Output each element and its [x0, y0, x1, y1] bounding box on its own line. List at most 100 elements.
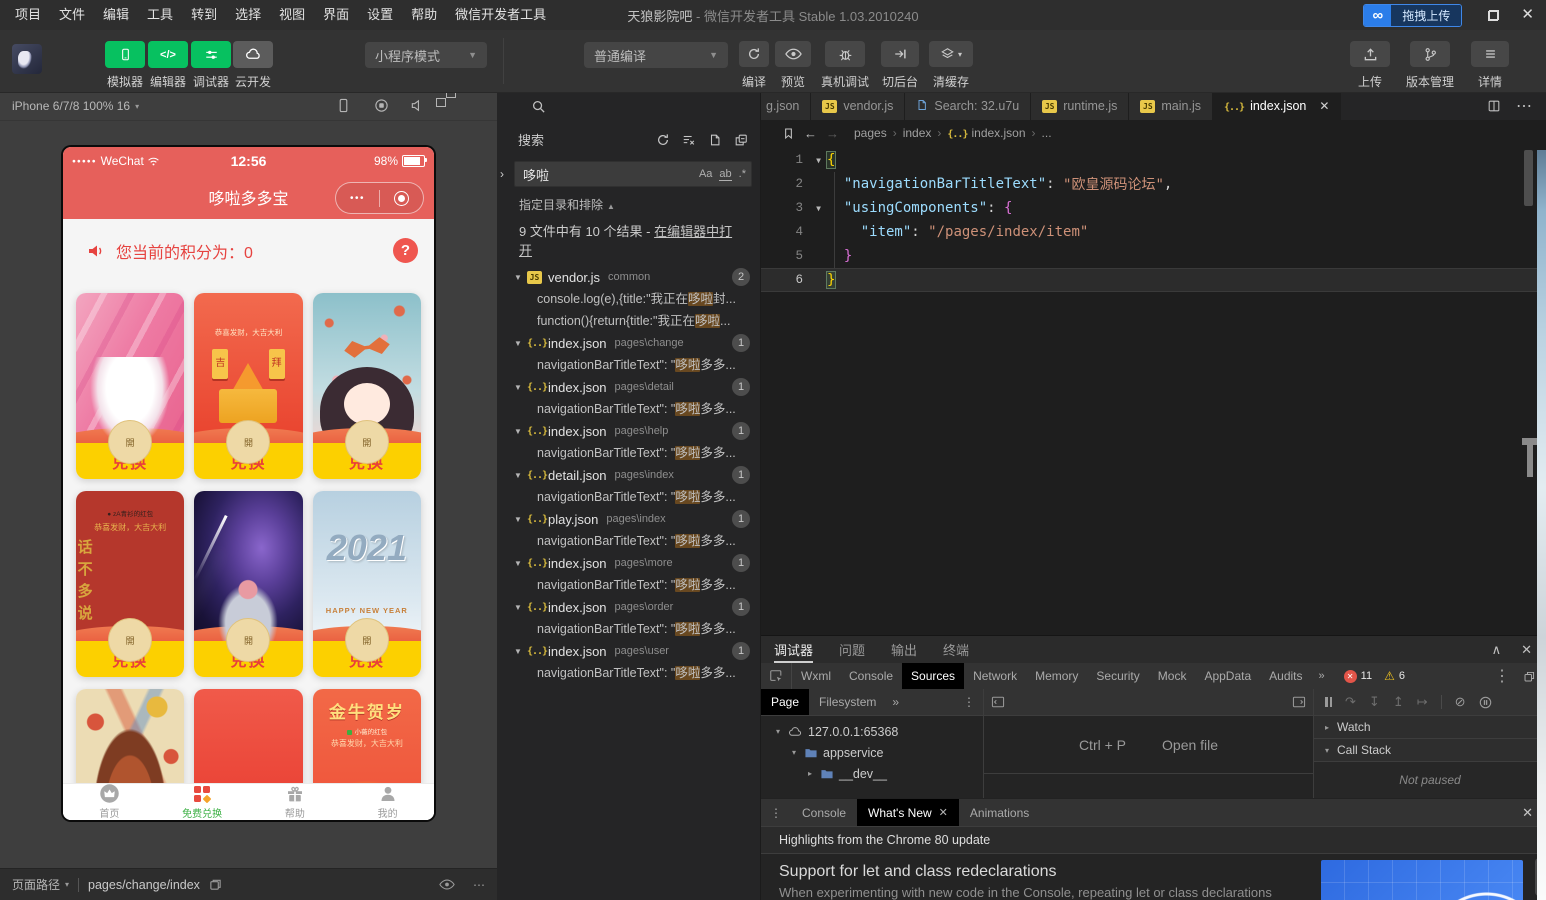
menu-7[interactable]: 界面 — [314, 0, 358, 30]
more-options-icon[interactable]: ⋯ — [473, 878, 485, 892]
open-file-action[interactable]: Open file — [1162, 737, 1218, 753]
pause-on-exceptions-icon[interactable] — [1479, 696, 1492, 709]
drawer-tab-Animations[interactable]: Animations — [959, 799, 1040, 826]
code-area[interactable]: 1 ▼{2 "navigationBarTitleText": "欧皇源码论坛",… — [761, 146, 1546, 292]
fold-icon[interactable]: ▼ — [810, 204, 827, 213]
pause-script-icon[interactable] — [1325, 697, 1332, 707]
breadcrumb-item[interactable]: pages — [854, 126, 887, 140]
close-tab-icon[interactable]: ✕ — [939, 806, 948, 819]
rotate-device-icon[interactable] — [336, 98, 351, 113]
code-line-3[interactable]: 3 ▼ "usingComponents": { — [761, 196, 1546, 220]
tabbar-item-首页[interactable]: 首页 — [63, 784, 156, 820]
devtools-tab-Console[interactable]: Console — [840, 663, 902, 689]
redeem-card-6[interactable]: 2021HAPPY NEW YEAR開兑换 — [312, 491, 421, 677]
call-stack-section[interactable]: ▾ Call Stack — [1314, 739, 1546, 762]
navigator-tab-Filesystem[interactable]: Filesystem — [809, 689, 886, 715]
sound-icon[interactable] — [410, 98, 425, 113]
search-result-file[interactable]: ▼ {..} play.json pages\index 1 — [497, 508, 760, 530]
redeem-card-1[interactable]: 開兑换 — [76, 293, 185, 479]
menu-3[interactable]: 工具 — [138, 0, 182, 30]
clear-search-results-icon[interactable] — [682, 133, 696, 147]
editor-tab-Search: 32.u7u[interactable]: Search: 32.u7u — [905, 92, 1032, 120]
search-result-file[interactable]: ▼ JS vendor.js common 2 — [497, 266, 760, 288]
search-result-file[interactable]: ▼ {..} index.json pages\change 1 — [497, 332, 760, 354]
collapse-panel-icon[interactable]: ∧ — [1492, 642, 1502, 658]
match-case-icon[interactable]: Aa — [699, 168, 712, 180]
error-badge[interactable]: ✕ 11 ⚠ 6 — [1343, 669, 1405, 683]
menu-2[interactable]: 编辑 — [94, 0, 138, 30]
menu-6[interactable]: 视图 — [270, 0, 314, 30]
search-result-match[interactable]: function(){return{title:"我正在哆啦... — [497, 310, 760, 332]
tree-node-appservice[interactable]: ▾ appservice — [761, 742, 983, 763]
drawer-tab-Console[interactable]: Console — [791, 799, 857, 826]
page-path-label[interactable]: 页面路径 — [12, 876, 60, 893]
hide-navigator-icon[interactable] — [991, 696, 1005, 708]
code-line-6[interactable]: 6} — [761, 268, 1546, 292]
window-restore-button[interactable] — [1488, 9, 1500, 21]
toolbar-模拟器-button[interactable]: 模拟器 — [103, 41, 147, 90]
drawer-tab-What's New[interactable]: What's New ✕ — [857, 799, 959, 826]
search-result-file[interactable]: ▼ {..} index.json pages\user 1 — [497, 640, 760, 662]
inspect-element-icon[interactable] — [761, 663, 792, 689]
step-into-icon[interactable]: ↧ — [1369, 694, 1380, 710]
code-line-5[interactable]: 5 } — [761, 244, 1546, 268]
search-result-match[interactable]: navigationBarTitleText": "哆啦多多... — [497, 398, 760, 420]
watch-section[interactable]: ▸ Watch — [1314, 716, 1546, 739]
search-result-file[interactable]: ▼ {..} index.json pages\order 1 — [497, 596, 760, 618]
more-options-icon[interactable]: ⋮ — [1494, 666, 1510, 686]
redeem-card-2[interactable]: 恭喜发财，大吉大利吉拜開兑换 — [194, 293, 303, 479]
toolbar-清缓存-button[interactable]: ▾ 清缓存 — [920, 41, 982, 90]
redeem-card-4[interactable]: ● zA青衫的红包恭喜发财，大吉大利祝你发财话不多说開兑换 — [76, 491, 185, 677]
devtools-tab-Mock[interactable]: Mock — [1149, 663, 1196, 689]
debugger-tab-问题[interactable]: 问题 — [839, 636, 865, 663]
search-scope-toggle[interactable]: 指定目录和排除 ▲ — [519, 196, 760, 213]
search-result-file[interactable]: ▼ {..} index.json pages\more 1 — [497, 552, 760, 574]
collapse-all-icon[interactable] — [734, 133, 748, 147]
popout-icon[interactable] — [1523, 670, 1536, 683]
tabbar-item-免费兑换[interactable]: 免费兑换 — [156, 784, 249, 820]
regex-icon[interactable]: .* — [739, 168, 746, 180]
breadcrumb-item[interactable]: {..} index.json — [947, 126, 1025, 140]
debugger-tab-输出[interactable]: 输出 — [891, 636, 917, 663]
editor-tab-g.json[interactable]: g.json — [761, 92, 812, 120]
devtools-tab-Wxml[interactable]: Wxml — [792, 663, 840, 689]
breadcrumb-item[interactable]: ... — [1042, 126, 1052, 140]
deactivate-breakpoints-icon[interactable]: ⊘ — [1455, 694, 1466, 710]
tabbar-item-我的[interactable]: 我的 — [341, 784, 434, 820]
search-result-match[interactable]: navigationBarTitleText": "哆啦多多... — [497, 530, 760, 552]
search-result-file[interactable]: ▼ {..} detail.json pages\index 1 — [497, 464, 760, 486]
tabbar-item-帮助[interactable]: 帮助 — [249, 784, 342, 820]
close-panel-icon[interactable]: ✕ — [1521, 642, 1532, 658]
refresh-icon[interactable] — [656, 133, 670, 147]
project-logo[interactable] — [12, 44, 42, 74]
menu-1[interactable]: 文件 — [50, 0, 94, 30]
more-options-icon[interactable]: ⋮ — [761, 806, 791, 820]
more-dots-icon[interactable]: ••• — [336, 193, 379, 204]
search-result-match[interactable]: navigationBarTitleText": "哆啦多多... — [497, 662, 760, 684]
breadcrumb-item[interactable]: index — [903, 126, 932, 140]
open-new-search-editor-icon[interactable] — [708, 133, 722, 147]
toolbar-云开发-button[interactable]: 云开发 — [231, 41, 275, 90]
code-line-1[interactable]: 1 ▼{ — [761, 148, 1546, 172]
more-actions-icon[interactable]: ⋯ — [1516, 96, 1532, 116]
tree-node-__dev__[interactable]: ▸ __dev__ — [761, 763, 983, 784]
bookmark-icon[interactable] — [782, 127, 795, 140]
devtools-tab-Network[interactable]: Network — [964, 663, 1026, 689]
search-result-match[interactable]: navigationBarTitleText": "哆啦多多... — [497, 486, 760, 508]
devtools-tab-Sources[interactable]: Sources — [902, 663, 965, 689]
search-result-match[interactable]: navigationBarTitleText": "哆啦多多... — [497, 442, 760, 464]
devtools-tab-Security[interactable]: Security — [1087, 663, 1148, 689]
search-result-match[interactable]: navigationBarTitleText": "哆啦多多... — [497, 574, 760, 596]
navigator-tab-Page[interactable]: Page — [761, 689, 810, 715]
capsule-close-icon[interactable] — [394, 190, 409, 206]
navigate-forward-icon[interactable]: → — [826, 126, 839, 141]
toolbar-调试器-button[interactable]: 调试器 — [189, 41, 233, 90]
redeem-card-5[interactable]: 開兑换 — [194, 491, 303, 677]
debugger-tab-终端[interactable]: 终端 — [943, 636, 969, 663]
drag-upload-badge[interactable]: ∞ 拖拽上传 — [1363, 3, 1463, 27]
editor-tab-runtime.js[interactable]: JS runtime.js — [1031, 92, 1130, 120]
toolbar-详情-button[interactable]: 详情 — [1458, 41, 1522, 90]
search-result-file[interactable]: ▼ {..} index.json pages\detail 1 — [497, 376, 760, 398]
menu-4[interactable]: 转到 — [182, 0, 226, 30]
more-options-icon[interactable]: ⋮ — [963, 695, 983, 709]
